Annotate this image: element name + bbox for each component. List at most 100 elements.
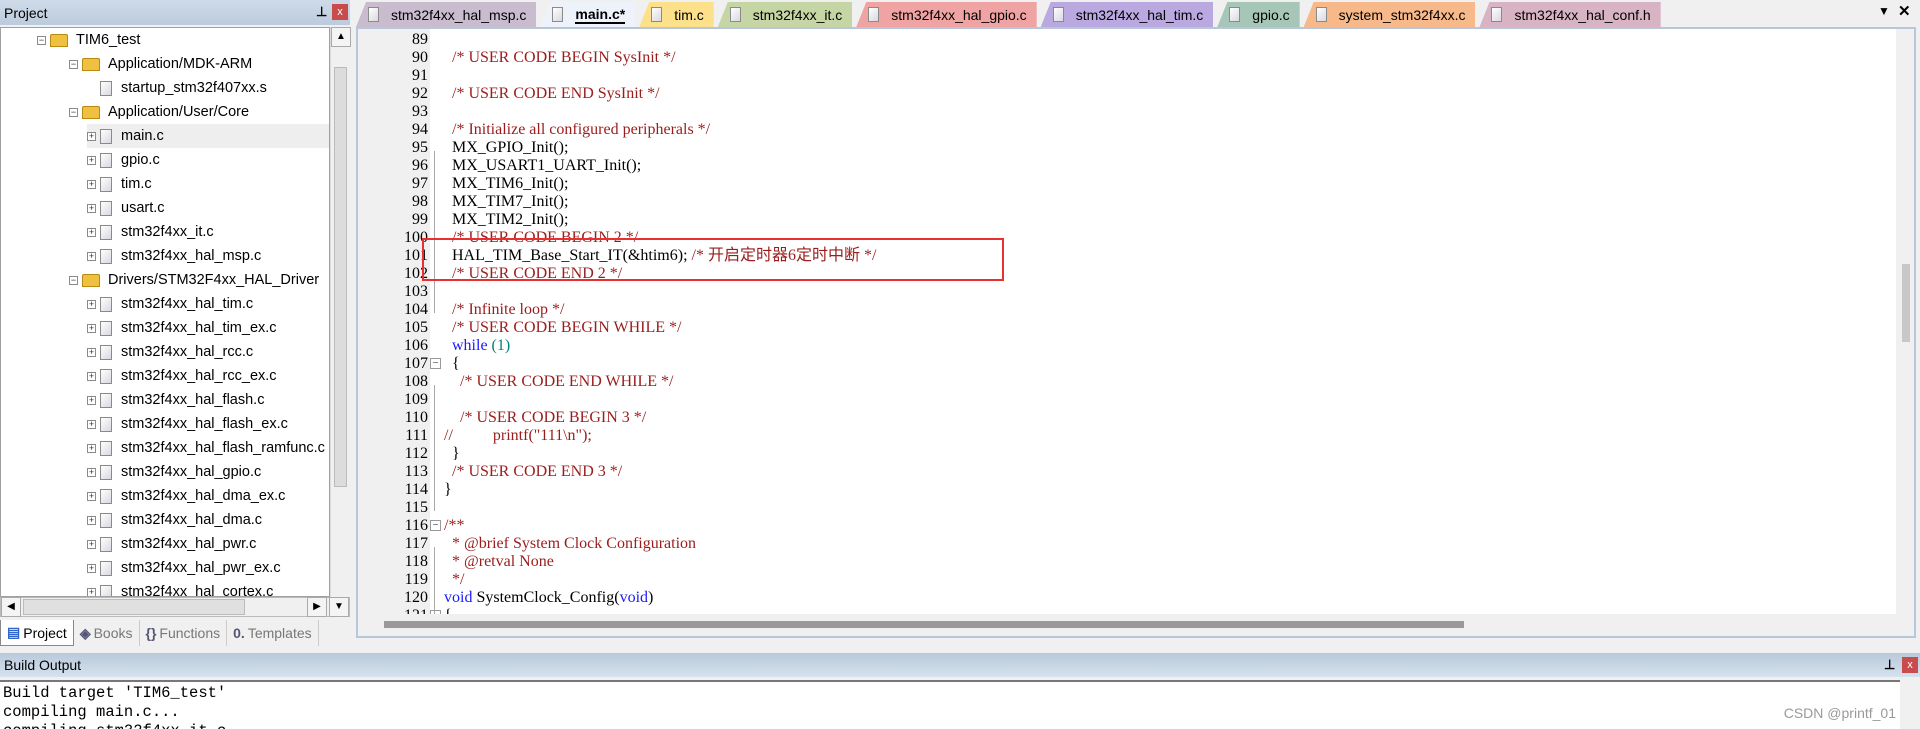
- tree-item[interactable]: − Application/MDK-ARM: [69, 52, 252, 76]
- code-token: /* USER CODE BEGIN 3 */: [444, 409, 647, 426]
- expander-icon[interactable]: +: [87, 227, 96, 237]
- tree-item[interactable]: + gpio.c: [87, 148, 160, 172]
- scrollbar-thumb[interactable]: [23, 599, 245, 615]
- tree-item[interactable]: + usart.c: [87, 196, 165, 220]
- expander-icon[interactable]: +: [87, 491, 96, 501]
- tree-item-label: stm32f4xx_hal_flash_ex.c: [121, 416, 288, 432]
- expander-icon[interactable]: −: [69, 107, 78, 117]
- expander-icon[interactable]: +: [87, 323, 96, 333]
- code-line: /* USER CODE END WHILE */: [444, 373, 673, 391]
- panel-tab-project[interactable]: ▤ Project: [0, 620, 74, 646]
- scrollbar-thumb[interactable]: [1902, 264, 1910, 342]
- code-token: * @brief System Clock Configuration: [444, 535, 697, 552]
- expander-icon[interactable]: +: [87, 515, 96, 525]
- code-token: /* USER CODE END SysInit */: [444, 85, 660, 102]
- tree-item[interactable]: + stm32f4xx_hal_gpio.c: [87, 460, 261, 484]
- expander-icon[interactable]: +: [87, 587, 96, 596]
- build-output-text[interactable]: Build target 'TIM6_test' compiling main.c…: [0, 680, 1900, 729]
- line-number: 96: [412, 157, 428, 174]
- editor-tab[interactable]: system_stm32f4xx.c: [1303, 2, 1476, 27]
- tree-item-label: stm32f4xx_hal_cortex.c: [121, 584, 274, 597]
- expander-icon[interactable]: +: [87, 155, 96, 165]
- expander-icon[interactable]: +: [87, 299, 96, 309]
- fold-toggle-icon[interactable]: −: [430, 520, 441, 531]
- expander-icon[interactable]: −: [69, 59, 78, 69]
- tree-item[interactable]: + stm32f4xx_hal_pwr_ex.c: [87, 556, 281, 580]
- tree-item[interactable]: + stm32f4xx_hal_flash_ex.c: [87, 412, 288, 436]
- tree-item[interactable]: + stm32f4xx_hal_rcc_ex.c: [87, 364, 277, 388]
- fold-toggle-icon[interactable]: −: [430, 358, 441, 369]
- panel-tab-books[interactable]: ◈ Books: [74, 620, 140, 646]
- editor-tab[interactable]: stm32f4xx_it.c: [717, 2, 853, 27]
- file-icon: [100, 152, 112, 168]
- panel-tab-functions[interactable]: {} Functions: [140, 620, 228, 646]
- tree-item[interactable]: − Application/User/Core: [69, 100, 249, 124]
- code-line: /* USER CODE BEGIN SysInit */: [444, 49, 676, 67]
- tree-item[interactable]: + stm32f4xx_hal_flash.c: [87, 388, 264, 412]
- code-token: }: [444, 445, 460, 462]
- scrollbar-thumb[interactable]: [334, 67, 347, 487]
- tree-item[interactable]: + stm32f4xx_hal_cortex.c: [87, 580, 274, 597]
- expander-icon[interactable]: +: [87, 443, 96, 453]
- tree-item[interactable]: + stm32f4xx_hal_dma.c: [87, 508, 262, 532]
- expander-icon[interactable]: −: [37, 35, 46, 45]
- line-number: 95: [412, 139, 428, 156]
- tree-item[interactable]: + stm32f4xx_hal_flash_ramfunc.c: [87, 436, 325, 460]
- expander-icon[interactable]: −: [69, 275, 78, 285]
- editor-tab[interactable]: tim.c: [639, 2, 714, 27]
- pin-icon[interactable]: ⊥: [1884, 657, 1895, 673]
- file-icon: [100, 320, 112, 336]
- tree-vertical-scrollbar[interactable]: ▲: [330, 27, 351, 597]
- expander-icon[interactable]: +: [87, 131, 96, 141]
- tree-item[interactable]: + tim.c: [87, 172, 152, 196]
- expander-icon[interactable]: +: [87, 395, 96, 405]
- expander-icon[interactable]: +: [87, 467, 96, 477]
- expander-icon[interactable]: +: [87, 539, 96, 549]
- tree-horizontal-scrollbar[interactable]: ◀ ▶ ▼: [0, 597, 350, 617]
- tree-item[interactable]: + stm32f4xx_hal_msp.c: [87, 244, 261, 268]
- close-panel-button[interactable]: x: [332, 4, 348, 20]
- code-editor[interactable]: 89 90 91 92 93 94 95 96 97 98 99 100 101 102 103 104 105…: [356, 27, 1916, 638]
- tree-item[interactable]: + stm32f4xx_hal_tim_ex.c: [87, 316, 277, 340]
- editor-vertical-scrollbar[interactable]: [1896, 29, 1914, 636]
- tree-item[interactable]: − Drivers/STM32F4xx_HAL_Driver: [69, 268, 319, 292]
- editor-tab[interactable]: stm32f4xx_hal_conf.h: [1479, 2, 1661, 27]
- tree-item[interactable]: + main.c: [87, 124, 329, 148]
- scroll-left-button[interactable]: ◀: [1, 597, 21, 617]
- expander-icon[interactable]: +: [87, 419, 96, 429]
- expander-icon[interactable]: +: [87, 347, 96, 357]
- expander-icon[interactable]: +: [87, 179, 96, 189]
- tree-item[interactable]: − TIM6_test: [37, 28, 140, 52]
- expander-icon[interactable]: +: [87, 563, 96, 573]
- scroll-up-button[interactable]: ▲: [331, 27, 351, 47]
- expander-icon[interactable]: +: [87, 371, 96, 381]
- editor-tab[interactable]: stm32f4xx_hal_tim.c: [1040, 2, 1214, 27]
- tree-item[interactable]: startup_stm32f407xx.s: [87, 76, 267, 100]
- editor-tab[interactable]: gpio.c: [1217, 2, 1300, 27]
- line-number: 93: [412, 103, 428, 120]
- build-output-header: Build Output: [0, 653, 1920, 677]
- expander-icon[interactable]: +: [87, 251, 96, 261]
- panel-tab-templates[interactable]: 0. Templates: [227, 620, 319, 646]
- editor-tab[interactable]: main.c*: [540, 2, 636, 27]
- editor-tab[interactable]: stm32f4xx_hal_gpio.c: [856, 2, 1037, 27]
- tree-item[interactable]: + stm32f4xx_hal_pwr.c: [87, 532, 256, 556]
- project-panel-title: Project: [4, 4, 48, 21]
- close-build-output-button[interactable]: x: [1902, 657, 1918, 673]
- code-token: /**: [444, 517, 465, 534]
- close-tab-icon[interactable]: ✕: [1898, 2, 1911, 20]
- tree-item[interactable]: + stm32f4xx_hal_tim.c: [87, 292, 253, 316]
- tab-list-dropdown-icon[interactable]: ▼: [1878, 4, 1890, 18]
- editor-tab[interactable]: stm32f4xx_hal_msp.c: [356, 2, 537, 27]
- tree-item[interactable]: + stm32f4xx_it.c: [87, 220, 214, 244]
- scroll-down-button[interactable]: ▼: [329, 597, 349, 617]
- scrollbar-thumb[interactable]: [384, 621, 1464, 628]
- editor-horizontal-scrollbar[interactable]: [358, 614, 1900, 636]
- scroll-right-button[interactable]: ▶: [307, 597, 327, 617]
- tree-item[interactable]: + stm32f4xx_hal_rcc.c: [87, 340, 253, 364]
- line-number: 109: [404, 391, 428, 408]
- tree-item[interactable]: + stm32f4xx_hal_dma_ex.c: [87, 484, 285, 508]
- expander-icon[interactable]: +: [87, 203, 96, 213]
- pin-icon[interactable]: ⊥: [316, 4, 327, 20]
- output-line: Build target 'TIM6_test': [3, 684, 227, 702]
